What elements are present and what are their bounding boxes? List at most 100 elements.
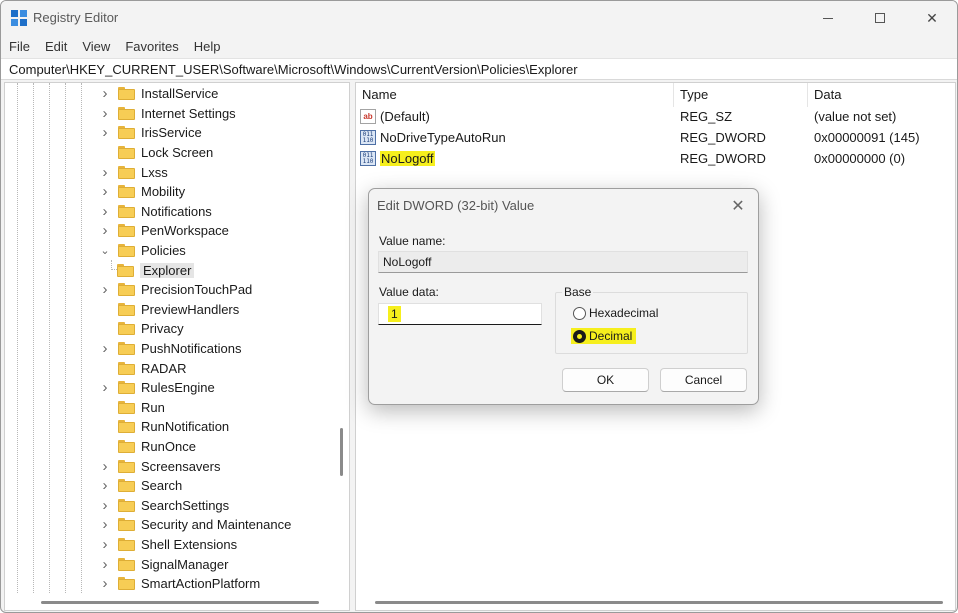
chevron-right-icon[interactable]: › [99,516,111,533]
chevron-right-icon[interactable]: › [99,183,111,200]
folder-icon [118,302,135,316]
chevron-right-icon[interactable]: › [99,203,111,220]
tree-item[interactable]: RunOnce [99,437,196,457]
tree-item[interactable]: Run [99,398,165,418]
menu-help[interactable]: Help [194,39,221,54]
chevron-right-icon[interactable]: › [99,458,111,475]
tree-item[interactable]: Explorer [111,260,195,280]
value-data: 0x00000091 (145) [814,130,920,145]
close-button[interactable]: ✕ [909,1,955,35]
tree-item-label: PenWorkspace [141,223,229,239]
chevron-down-icon[interactable]: ⌄ [99,245,111,257]
value-row[interactable]: ab (Default) REG_SZ (value not set) [356,107,955,128]
tree-item[interactable]: › PenWorkspace [99,221,229,241]
minimize-button[interactable] [805,1,851,35]
tree-item[interactable]: › Shell Extensions [99,535,238,555]
value-row[interactable]: 011 110 NoDriveTypeAutoRun REG_DWORD 0x00… [356,128,955,149]
tree-item[interactable]: Lock Screen [99,143,213,163]
value-name-field[interactable]: NoLogoff [378,251,748,273]
column-header-data[interactable]: Data [808,83,955,107]
tree-item[interactable]: › Internet Settings [99,104,236,124]
value-name-label: Value name: [379,234,446,248]
tree-item[interactable]: RunNotification [99,417,229,437]
tree-vertical-scrollbar[interactable] [340,428,343,476]
menu-file[interactable]: File [9,39,30,54]
menu-edit[interactable]: Edit [45,39,67,54]
folder-icon [118,361,135,375]
tree-item[interactable]: › SmartActionPlatform [99,574,261,594]
tree-item[interactable]: › Lxss [99,162,168,182]
chevron-right-icon[interactable]: › [99,536,111,553]
menu-view[interactable]: View [82,39,110,54]
folder-icon [118,381,135,395]
tree-horizontal-scrollbar[interactable] [41,601,319,604]
tree-item[interactable]: › IrisService [99,123,202,143]
tree-item[interactable]: › Security and Maintenance [99,515,292,535]
dialog-close-button[interactable]: ✕ [725,193,751,219]
tree-item[interactable]: › Notifications [99,202,212,222]
tree-item[interactable]: Privacy [99,319,184,339]
folder-icon [118,420,135,434]
tree-item[interactable]: › SignalManager [99,554,229,574]
chevron-right-icon[interactable]: › [99,164,111,181]
chevron-right-icon[interactable]: › [99,105,111,122]
tree-item[interactable]: › PushNotifications [99,339,242,359]
tree-item[interactable]: › PrecisionTouchPad [99,280,253,300]
tree-item[interactable]: › Mobility [99,182,186,202]
tree-item-label: PushNotifications [141,341,242,357]
tree-guide-line [49,83,50,593]
address-bar[interactable]: Computer\HKEY_CURRENT_USER\Software\Micr… [1,58,957,80]
tree-item-label: Lock Screen [141,145,214,161]
radio-checked-icon [573,329,586,343]
cancel-button[interactable]: Cancel [660,368,747,392]
tree-item[interactable]: RADAR [99,358,187,378]
tree-item-label: Lxss [141,164,168,180]
tree-item[interactable]: › Search [99,476,183,496]
maximize-button[interactable] [857,1,903,35]
column-header-type[interactable]: Type [674,83,808,107]
decimal-radio[interactable]: Decimal [571,328,637,344]
chevron-right-icon[interactable]: › [99,222,111,239]
menu-bar: File Edit View Favorites Help [1,35,957,57]
tree-item[interactable]: › Screensavers [99,456,221,476]
tree-item[interactable]: › SearchSettings [99,496,230,516]
window-title: Registry Editor [33,10,119,25]
tree-item[interactable]: › InstallService [99,84,219,104]
registry-editor-icon [11,10,27,26]
tree-item-label: PreviewHandlers [141,301,240,317]
menu-favorites[interactable]: Favorites [125,39,178,54]
chevron-right-icon[interactable]: › [99,477,111,494]
list-horizontal-scrollbar[interactable] [375,601,943,604]
chevron-right-icon[interactable]: › [99,85,111,102]
chevron-right-icon[interactable]: › [99,379,111,396]
tree-item-label: Search [141,478,183,494]
column-header-name[interactable]: Name [356,83,674,107]
tree-item-label: Privacy [141,321,184,337]
tree-item-label: SearchSettings [141,497,230,513]
maximize-icon [875,13,885,23]
chevron-right-icon[interactable]: › [99,556,111,573]
tree-item-label: Run [141,399,165,415]
chevron-right-icon[interactable]: › [99,124,111,141]
ok-button[interactable]: OK [562,368,649,392]
folder-icon [118,165,135,179]
tree-item-label: Policies [141,243,186,259]
tree-item[interactable]: PreviewHandlers [99,300,239,320]
value-row[interactable]: 011 110 NoLogoff REG_DWORD 0x00000000 (0) [356,149,955,170]
chevron-right-icon[interactable]: › [99,281,111,298]
chevron-right-icon[interactable]: › [99,575,111,592]
chevron-right-icon[interactable]: › [99,340,111,357]
folder-icon [118,322,135,336]
tree-item-label: SmartActionPlatform [141,576,261,592]
folder-icon [118,185,135,199]
value-type: REG_SZ [680,109,733,124]
hexadecimal-radio[interactable]: Hexadecimal [573,306,658,320]
chevron-right-icon[interactable]: › [99,497,111,514]
value-data-input[interactable]: 1 [378,303,542,325]
key-tree-pane: › InstallService › Internet Settings › IrisSe… [4,82,350,611]
tree-item[interactable]: › RulesEngine [99,378,215,398]
tree-item[interactable]: ⌄ Policies [99,241,186,261]
